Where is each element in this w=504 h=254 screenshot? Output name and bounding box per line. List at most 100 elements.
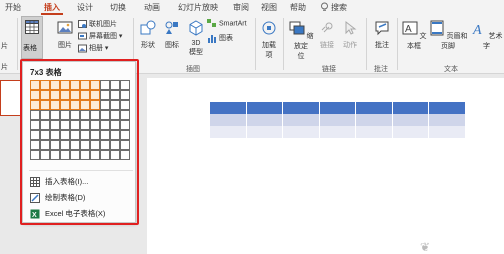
grid-cell[interactable] [30,90,40,100]
grid-cell[interactable] [100,110,110,120]
grid-cell[interactable] [60,100,70,110]
grid-cell[interactable] [80,120,90,130]
3d-model-button[interactable]: 3D 模型 [187,20,205,57]
grid-cell[interactable] [110,150,120,160]
addins-button[interactable]: 加载 项 [259,20,279,60]
grid-cell[interactable] [110,80,120,90]
grid-cell[interactable] [90,150,100,160]
table-cell[interactable] [210,114,247,126]
table-cell[interactable] [392,126,430,138]
header-footer-button[interactable]: 页眉和页脚 [428,20,468,51]
grid-cell[interactable] [40,130,50,140]
grid-cell[interactable] [120,140,130,150]
slide-table[interactable] [210,102,467,138]
grid-cell[interactable] [50,140,60,150]
table-cell[interactable] [429,102,467,114]
grid-cell[interactable] [90,130,100,140]
table-cell[interactable] [319,102,357,114]
grid-cell[interactable] [110,110,120,120]
grid-cell[interactable] [100,90,110,100]
grid-cell[interactable] [120,90,130,100]
grid-cell[interactable] [100,130,110,140]
grid-cell[interactable] [70,140,80,150]
grid-cell[interactable] [40,110,50,120]
grid-cell[interactable] [70,150,80,160]
grid-cell[interactable] [110,130,120,140]
grid-cell[interactable] [80,100,90,110]
grid-cell[interactable] [50,100,60,110]
grid-cell[interactable] [90,90,100,100]
grid-cell[interactable] [70,110,80,120]
table-cell[interactable] [356,126,393,138]
grid-cell[interactable] [60,110,70,120]
shapes-button[interactable]: 形状 [138,20,158,50]
table-cell[interactable] [319,114,357,126]
grid-cell[interactable] [60,120,70,130]
excel-table-menu-item[interactable]: X Excel 电子表格(X) [30,208,105,219]
table-cell[interactable] [210,102,247,114]
grid-cell[interactable] [60,140,70,150]
search-label[interactable]: 搜索 [331,2,347,13]
tab-review[interactable]: 审阅 [233,2,249,13]
grid-cell[interactable] [40,90,50,100]
table-cell[interactable] [429,114,467,126]
grid-cell[interactable] [110,100,120,110]
table-cell[interactable] [319,126,357,138]
grid-cell[interactable] [40,100,50,110]
grid-cell[interactable] [120,120,130,130]
grid-cell[interactable] [120,150,130,160]
tab-home[interactable]: 开始 [5,2,21,13]
tab-slideshow[interactable]: 幻灯片放映 [178,2,218,13]
grid-cell[interactable] [90,80,100,90]
grid-cell[interactable] [30,120,40,130]
grid-cell[interactable] [100,120,110,130]
link-button[interactable]: 链接 [318,20,336,50]
grid-cell[interactable] [80,140,90,150]
grid-cell[interactable] [70,100,80,110]
grid-cell[interactable] [70,80,80,90]
grid-cell[interactable] [50,90,60,100]
grid-cell[interactable] [50,110,60,120]
table-cell[interactable] [283,102,320,114]
grid-cell[interactable] [50,80,60,90]
grid-cell[interactable] [80,90,90,100]
table-cell[interactable] [283,126,320,138]
smartart-button[interactable]: SmartArt [207,19,247,28]
tab-transitions[interactable]: 切换 [110,2,126,13]
picture-button[interactable]: 图片 [54,20,76,50]
table-size-grid[interactable] [30,80,130,160]
grid-cell[interactable] [30,100,40,110]
insert-table-menu-item[interactable]: 插入表格(I)... [30,176,88,187]
screenshot-button[interactable]: 屏幕截图 ▾ [78,31,122,41]
textbox-button[interactable]: A 文本框 [401,20,427,51]
tab-help[interactable]: 帮助 [290,2,306,13]
grid-cell[interactable] [70,120,80,130]
album-button[interactable]: 相册 ▾ [78,43,108,53]
table-cell[interactable] [283,114,320,126]
grid-cell[interactable] [100,100,110,110]
table-cell[interactable] [429,126,467,138]
grid-cell[interactable] [30,110,40,120]
tab-insert[interactable]: 插入 [44,2,60,13]
grid-cell[interactable] [50,120,60,130]
grid-cell[interactable] [80,150,90,160]
grid-cell[interactable] [110,90,120,100]
grid-cell[interactable] [30,130,40,140]
grid-cell[interactable] [60,80,70,90]
grid-cell[interactable] [80,130,90,140]
grid-cell[interactable] [60,90,70,100]
grid-cell[interactable] [40,120,50,130]
table-cell[interactable] [356,102,393,114]
chart-button[interactable]: 图表 [207,33,233,43]
zoom-button[interactable]: 缩放定 位 [287,20,315,61]
table-cell[interactable] [246,126,284,138]
grid-cell[interactable] [100,150,110,160]
grid-cell[interactable] [50,150,60,160]
grid-cell[interactable] [90,120,100,130]
grid-cell[interactable] [90,110,100,120]
grid-cell[interactable] [90,140,100,150]
grid-cell[interactable] [110,120,120,130]
table-cell[interactable] [246,114,284,126]
grid-cell[interactable] [70,90,80,100]
table-cell[interactable] [392,102,430,114]
